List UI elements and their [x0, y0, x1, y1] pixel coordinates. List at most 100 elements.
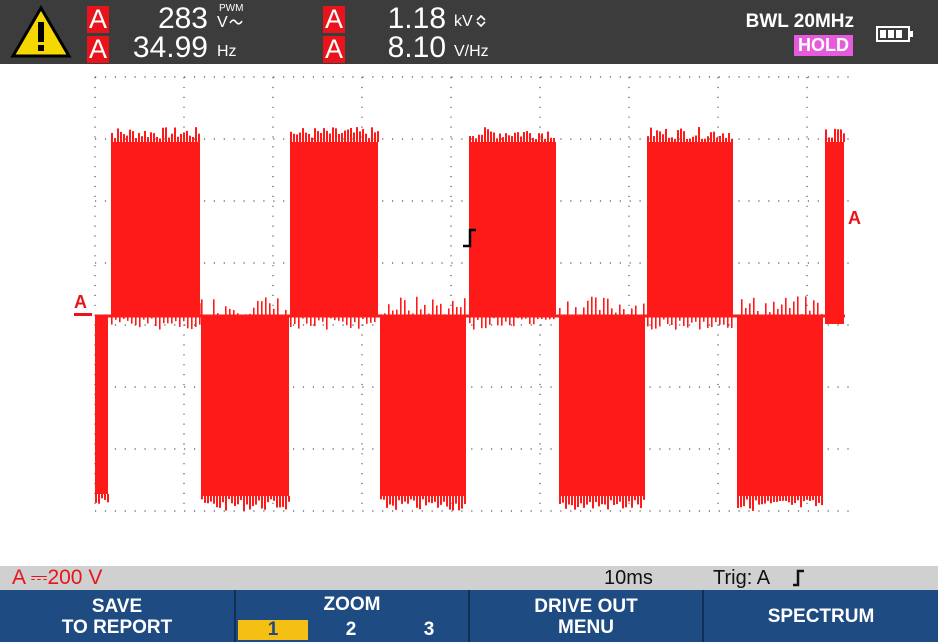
trace-noise: [404, 300, 406, 327]
trace-noise: [191, 296, 193, 330]
zoom-button[interactable]: ZOOM 1 2 3: [236, 590, 468, 642]
trace-noise: [550, 137, 552, 142]
trace-noise: [707, 136, 709, 142]
trace-noise: [547, 131, 549, 142]
trace-noise: [322, 305, 324, 322]
trace-noise: [788, 496, 790, 503]
trace-noise: [147, 311, 149, 324]
trace-noise: [358, 307, 360, 329]
trace-noise: [362, 304, 364, 320]
trace-noise: [559, 496, 561, 504]
trigger-edge-icon: [793, 569, 804, 587]
trace-noise: [769, 312, 771, 328]
trace-noise: [679, 298, 681, 321]
trace-noise: [249, 313, 251, 324]
trace-noise: [419, 496, 421, 510]
trace-noise: [163, 309, 165, 324]
trace-noise: [317, 131, 319, 142]
waveform-display[interactable]: A A: [0, 64, 938, 566]
trace-noise: [716, 137, 718, 142]
trace-noise: [627, 314, 629, 324]
zoom-option-2[interactable]: 2: [316, 620, 386, 640]
trace-noise: [186, 130, 188, 142]
trace-noise: [765, 303, 767, 326]
trace-noise: [541, 308, 543, 319]
trace-noise: [477, 298, 479, 321]
trace-noise: [770, 496, 772, 504]
trace-noise: [653, 136, 655, 142]
trace-noise: [793, 301, 795, 327]
trace-noise: [143, 302, 145, 320]
trace-noise: [234, 496, 236, 507]
trace-noise: [334, 308, 336, 321]
trace-noise: [356, 127, 358, 142]
trace-noise: [637, 496, 639, 505]
trace-noise: [216, 496, 218, 508]
trace-noise: [111, 311, 113, 325]
channel-a-badge-3: A: [87, 34, 109, 64]
trace-noise: [341, 133, 343, 142]
trace-noise: [344, 130, 346, 142]
trace-noise: [371, 127, 373, 142]
trace-noise: [817, 302, 819, 330]
drive-out-menu-button[interactable]: DRIVE OUT MENU: [470, 590, 702, 642]
trace-noise: [444, 314, 446, 320]
trace-noise: [264, 496, 266, 510]
trace-noise: [273, 496, 275, 501]
trace-noise: [461, 496, 463, 509]
trace-noise: [310, 296, 312, 326]
trace-noise: [392, 496, 394, 506]
trace-noise: [789, 308, 791, 329]
trace-noise: [493, 132, 495, 142]
timebase: 10ms: [604, 567, 653, 589]
trace-noise: [703, 315, 705, 322]
trace-noise: [159, 303, 161, 330]
trace-noise: [843, 133, 845, 142]
trace-noise: [785, 496, 787, 502]
trace-noise: [428, 496, 430, 503]
trace-noise: [752, 496, 754, 511]
zoom-option-3[interactable]: 3: [394, 620, 464, 640]
trace-noise: [350, 308, 352, 328]
channel-a-offset-marker[interactable]: A: [74, 292, 87, 312]
trace-noise: [150, 132, 152, 142]
trace-noise: [508, 135, 510, 142]
trace-noise: [695, 135, 697, 142]
trace-noise: [129, 129, 131, 142]
trace-noise: [159, 138, 161, 142]
trace-noise: [526, 131, 528, 142]
trace-noise: [269, 303, 271, 322]
channel-a-badge-2: A: [323, 4, 345, 34]
trace-noise: [613, 496, 615, 505]
trace-noise: [245, 314, 247, 323]
positive-pulse-block: [647, 142, 733, 316]
trace-noise: [111, 132, 113, 142]
trace-noise: [398, 496, 400, 501]
trace-noise: [469, 136, 471, 142]
trace-noise: [840, 129, 842, 142]
trace-noise: [279, 496, 281, 508]
trace-noise: [603, 297, 605, 327]
trace-noise: [731, 138, 733, 142]
negative-pulse-block: [95, 316, 108, 494]
trace-noise: [537, 297, 539, 320]
trace-noise: [354, 312, 356, 323]
trace-noise: [404, 496, 406, 502]
trace-noise: [298, 307, 300, 329]
trace-noise: [677, 130, 679, 142]
trace-noise: [567, 301, 569, 322]
trace-noise: [794, 496, 796, 504]
trace-noise: [346, 297, 348, 326]
trace-noise: [674, 138, 676, 142]
spectrum-button[interactable]: SPECTRUM: [704, 590, 938, 642]
save-to-report-button[interactable]: SAVE TO REPORT: [0, 590, 234, 642]
trace-noise: [639, 315, 641, 330]
spectrum-label: SPECTRUM: [767, 606, 875, 627]
trace-noise: [384, 313, 386, 327]
trace-noise: [368, 138, 370, 142]
zoom-option-1[interactable]: 1: [238, 620, 308, 640]
trace-noise: [615, 312, 617, 328]
trace-noise: [568, 496, 570, 505]
channel-a-badge: A: [87, 4, 109, 34]
trace-noise: [487, 129, 489, 142]
